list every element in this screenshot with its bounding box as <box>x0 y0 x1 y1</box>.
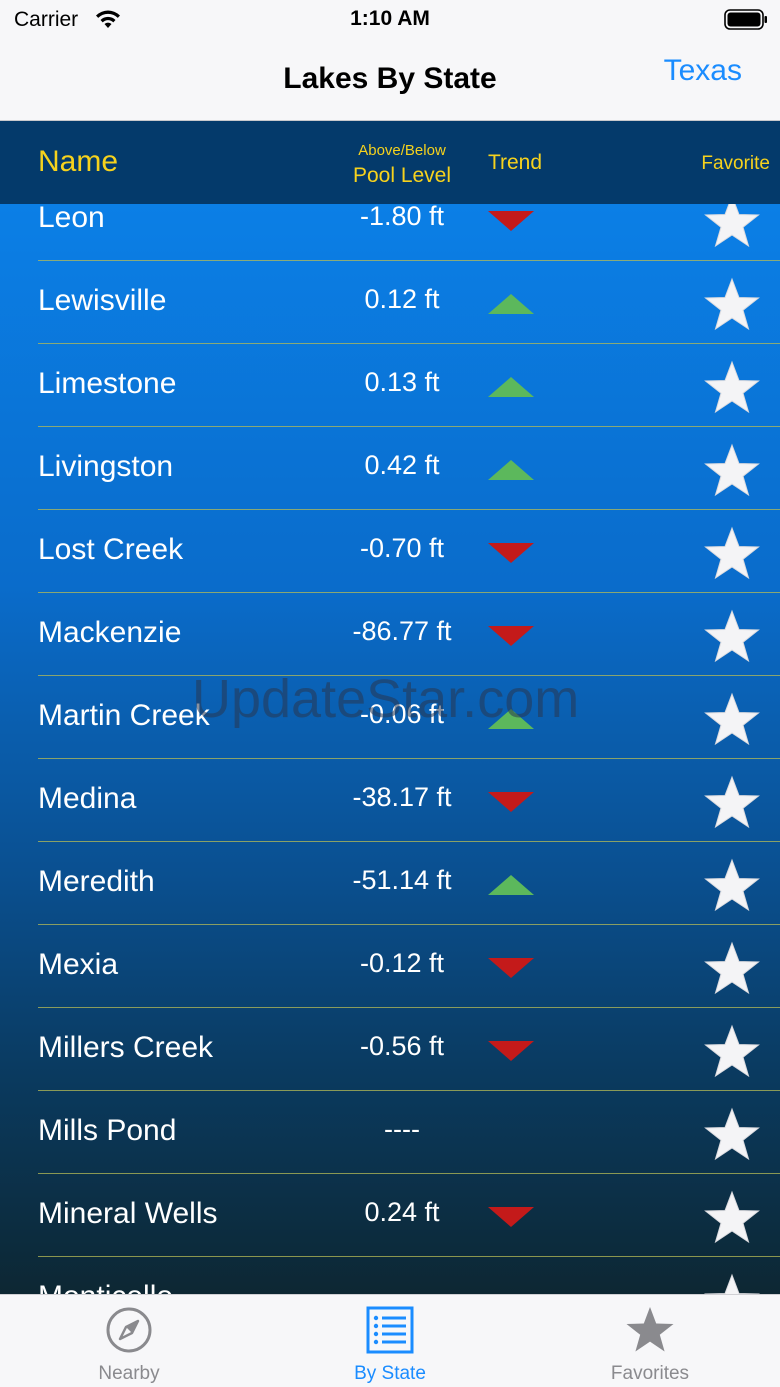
trend-down-icon <box>488 958 534 978</box>
lake-row[interactable]: Medina -38.17 ft <box>0 759 780 842</box>
lake-row[interactable]: Leon -1.80 ft <box>0 204 780 261</box>
lake-name: Millers Creek <box>38 1031 214 1064</box>
favorite-star-icon[interactable] <box>703 692 761 748</box>
favorite-star-icon[interactable] <box>703 1273 761 1294</box>
tab-by-state[interactable]: By State <box>290 1295 490 1387</box>
lake-name: Lost Creek <box>38 533 184 566</box>
lake-row[interactable]: Lewisville 0.12 ft <box>0 261 780 344</box>
tab-label: By State <box>354 1363 426 1384</box>
star-icon <box>626 1307 674 1352</box>
tab-bar: Nearby By State Favorites <box>0 1294 780 1387</box>
trend-up-icon <box>488 294 534 314</box>
trend-down-icon <box>488 1207 534 1227</box>
list-icon <box>366 1306 414 1354</box>
lake-name: Medina <box>38 782 137 815</box>
trend-up-icon <box>488 460 534 480</box>
favorite-star-icon[interactable] <box>703 277 761 333</box>
pool-level: 0.13 ft <box>364 367 440 397</box>
lake-name: Martin Creek <box>38 699 210 732</box>
lake-name: Lewisville <box>38 284 167 317</box>
trend-down-icon <box>488 211 534 231</box>
pool-level: -51.14 ft <box>352 865 452 895</box>
column-header-favorite[interactable]: Favorite <box>701 153 770 175</box>
pool-level: -0.06 ft <box>359 699 445 729</box>
pool-level: -0.56 ft <box>359 1031 445 1061</box>
favorite-star-icon[interactable] <box>703 443 761 499</box>
favorite-star-icon[interactable] <box>703 941 761 997</box>
pool-level: -1.80 ft <box>359 204 445 231</box>
table-header: Name Above/Below Pool Level Trend Favori… <box>0 121 780 204</box>
favorite-star-icon[interactable] <box>703 360 761 416</box>
lake-row[interactable]: Mexia -0.12 ft <box>0 925 780 1008</box>
lake-row[interactable]: Martin Creek -0.06 ft <box>0 676 780 759</box>
pool-level: 0.24 ft <box>364 1197 440 1227</box>
lake-row[interactable]: Monticello <box>0 1257 780 1294</box>
lake-list[interactable]: Leon -1.80 ft Lewisville 0.12 ft Limestone 0.… <box>0 204 780 1294</box>
tab-nearby[interactable]: Nearby <box>29 1295 229 1387</box>
trend-up-icon <box>488 709 534 729</box>
tab-favorites[interactable]: Favorites <box>550 1295 750 1387</box>
lake-name: Leon <box>38 204 105 234</box>
tab-label: Favorites <box>610 1363 690 1384</box>
lake-name: Livingston <box>38 450 174 483</box>
pool-level: 0.42 ft <box>364 450 440 480</box>
trend-down-icon <box>488 543 534 563</box>
trend-down-icon <box>488 792 534 812</box>
status-bar: Carrier 1:10 AM <box>0 0 780 40</box>
favorite-star-icon[interactable] <box>703 1024 761 1080</box>
favorite-star-icon[interactable] <box>703 1190 761 1246</box>
lake-row[interactable]: Millers Creek -0.56 ft <box>0 1008 780 1091</box>
lake-row[interactable]: Meredith -51.14 ft <box>0 842 780 925</box>
column-header-name[interactable]: Name <box>38 145 118 179</box>
trend-down-icon <box>488 1041 534 1061</box>
lake-name: Limestone <box>38 367 177 400</box>
favorite-star-icon[interactable] <box>703 775 761 831</box>
pool-level: -0.12 ft <box>359 948 445 978</box>
navigation-bar: Lakes By State Texas <box>0 40 780 121</box>
lake-name: Monticello <box>38 1280 173 1294</box>
tab-label: Nearby <box>98 1363 160 1384</box>
lake-row[interactable]: Mackenzie -86.77 ft <box>0 593 780 676</box>
lake-row[interactable]: Limestone 0.13 ft <box>0 344 780 427</box>
favorite-star-icon[interactable] <box>703 858 761 914</box>
lake-row[interactable]: Lost Creek -0.70 ft <box>0 510 780 593</box>
lake-name: Mexia <box>38 948 119 981</box>
favorite-star-icon[interactable] <box>703 526 761 582</box>
battery-icon <box>724 9 767 30</box>
pool-level: -86.77 ft <box>352 616 452 646</box>
lake-name: Mills Pond <box>38 1114 177 1147</box>
trend-down-icon <box>488 626 534 646</box>
trend-up-icon <box>488 377 534 397</box>
trend-up-icon <box>488 875 534 895</box>
lake-row[interactable]: Mineral Wells 0.24 ft <box>0 1174 780 1257</box>
pool-level: -38.17 ft <box>352 782 452 812</box>
pool-level: -0.70 ft <box>359 533 445 563</box>
lake-name: Mineral Wells <box>38 1197 218 1230</box>
lake-row[interactable]: Livingston 0.42 ft <box>0 427 780 510</box>
compass-icon <box>106 1307 152 1353</box>
favorite-star-icon[interactable] <box>703 204 761 250</box>
lake-row[interactable]: Mills Pond ---- <box>0 1091 780 1174</box>
lake-name: Meredith <box>38 865 155 898</box>
lake-list-content: Leon -1.80 ft Lewisville 0.12 ft Limestone 0.… <box>0 204 780 1294</box>
status-time: 1:10 AM <box>350 7 430 30</box>
pool-level: 0.12 ft <box>364 284 440 314</box>
state-select-button[interactable]: Texas <box>664 54 742 88</box>
favorite-star-icon[interactable] <box>703 609 761 665</box>
column-header-trend[interactable]: Trend <box>460 151 570 175</box>
pool-level: ---- <box>384 1114 420 1144</box>
lake-name: Mackenzie <box>38 616 182 649</box>
favorite-star-icon[interactable] <box>703 1107 761 1163</box>
